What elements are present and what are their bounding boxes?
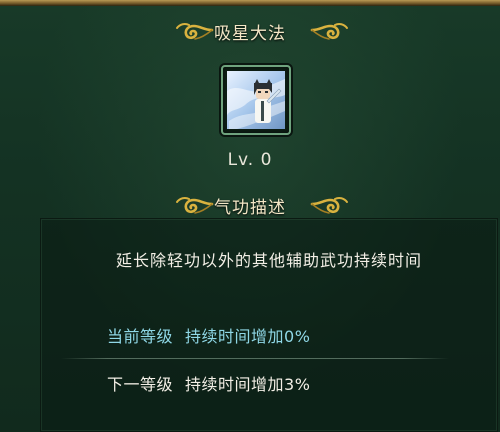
skill-level: Lv. 0: [227, 150, 273, 170]
current-level-effect: 持续时间增加0%: [185, 327, 311, 346]
cloud-ornament-right-icon: [310, 23, 348, 40]
cloud-ornament-right-icon: [310, 197, 348, 214]
skill-info-panel: 吸星大法 Lv. 0 气功描述 延长除轻功以外的其他辅助武功持续时间 当前等级 …: [0, 0, 500, 432]
skill-name-header: 吸星大法: [0, 15, 500, 45]
current-level-label: 当前等级: [107, 327, 174, 346]
skill-name: 吸星大法: [214, 24, 286, 44]
swordsman-portrait-icon: [227, 71, 285, 129]
divider: [61, 358, 449, 359]
description-text: 延长除轻功以外的其他辅助武功持续时间: [115, 251, 422, 270]
top-trim: [0, 0, 500, 6]
description-box: 延长除轻功以外的其他辅助武功持续时间 当前等级 持续时间增加0% 下一等级 持续时间…: [40, 218, 498, 432]
next-level-effect: 持续时间增加3%: [185, 375, 311, 394]
description-header: 气功描述: [0, 189, 500, 219]
skill-icon-frame[interactable]: [221, 65, 291, 135]
next-level-row: 下一等级 持续时间增加3%: [107, 371, 310, 395]
description-title: 气功描述: [214, 198, 286, 218]
current-level-row: 当前等级 持续时间增加0%: [107, 323, 310, 347]
next-level-label: 下一等级: [107, 375, 174, 394]
